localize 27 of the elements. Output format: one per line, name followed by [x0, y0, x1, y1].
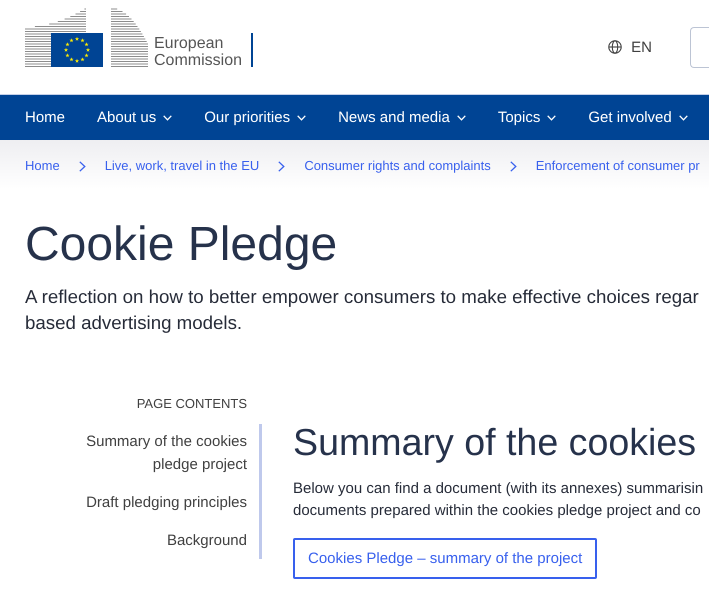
logo-text: European Commission: [154, 35, 242, 69]
page-contents-heading: PAGE CONTENTS: [136, 396, 247, 412]
nav-item[interactable]: Get involved: [588, 108, 688, 128]
document-link-button[interactable]: Cookies Pledge – summary of the project: [293, 538, 598, 579]
page-intro: A reflection on how to better empower consumers to make effective choices regar based advertising models.: [25, 285, 700, 335]
section-text: Below you can find a document (with its annexes) summarisin documents prepared within the cookies pledge project and co: [293, 479, 704, 521]
flag-logo-icon: [25, 8, 148, 68]
nav-item[interactable]: Topics: [498, 108, 556, 128]
section-heading: Summary of the cookies: [293, 420, 698, 465]
globe-icon: [608, 40, 622, 54]
search-field[interactable]: [690, 27, 709, 68]
language-button[interactable]: EN: [608, 38, 652, 56]
chevron-right-icon: [510, 161, 517, 172]
breadcrumb-link[interactable]: Consumer rights and complaints: [304, 157, 491, 175]
nav-item[interactable]: Our priorities: [204, 108, 306, 128]
breadcrumb-link[interactable]: Home: [25, 157, 60, 175]
nav-item[interactable]: News and media: [338, 108, 466, 128]
breadcrumb-link[interactable]: Live, work, travel in the EU: [104, 157, 260, 175]
breadcrumb-link[interactable]: Enforcement of consumer pr: [536, 157, 700, 175]
page-contents-link[interactable]: Summary of the cookies pledge project: [72, 430, 247, 476]
nav-item[interactable]: About us: [97, 108, 172, 128]
page-contents-link[interactable]: Background: [166, 529, 247, 552]
page-contents-link[interactable]: Draft pledging principles: [86, 491, 247, 514]
page-title: Cookie Pledge: [25, 217, 338, 273]
chevron-right-icon: [278, 161, 286, 172]
chevron-right-icon: [78, 161, 86, 172]
nav-item[interactable]: Home: [25, 108, 66, 128]
